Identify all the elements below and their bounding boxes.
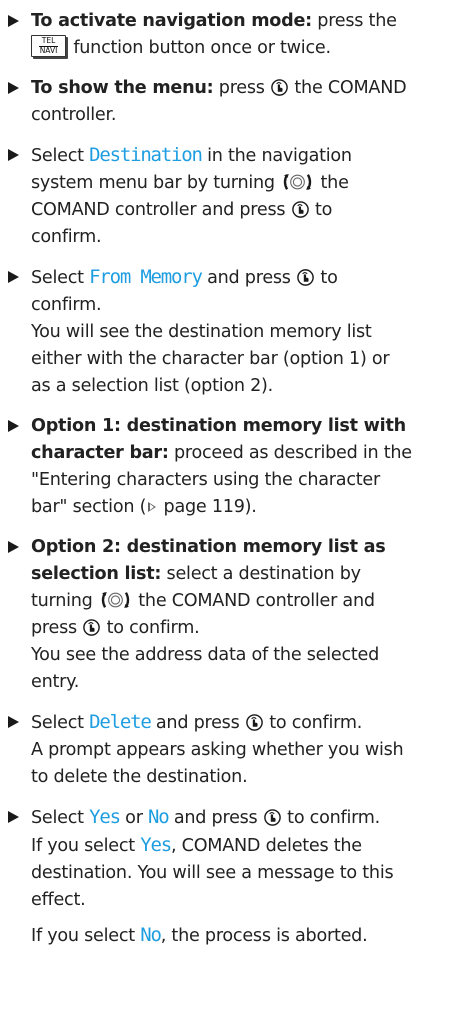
triangle-bullet-icon [8, 82, 19, 94]
step-lead: Option 1: destination memory list with [31, 416, 406, 436]
triangle-bullet-icon [8, 149, 19, 161]
triangle-bullet-icon [8, 541, 19, 553]
step-option-1: Option 1: destination memory list with c… [7, 413, 452, 521]
turn-controller-icon [280, 172, 315, 192]
triangle-bullet-icon [8, 420, 19, 432]
triangle-bullet-icon [8, 716, 19, 728]
step-option-2: Option 2: destination memory list as sel… [7, 534, 452, 696]
press-controller-icon [291, 200, 310, 219]
menu-item-from-memory: From Memory [89, 266, 203, 288]
press-controller-icon [263, 808, 282, 827]
step-show-menu: To show the menu: press the COMAND contr… [7, 75, 452, 129]
turn-controller-icon [98, 590, 133, 610]
press-controller-icon [82, 618, 101, 637]
step-select-destination: Select Destination in the navigation sys… [7, 142, 452, 251]
step-lead: To activate navigation mode: [31, 11, 312, 31]
press-controller-icon [270, 78, 289, 97]
menu-item-yes: Yes [140, 834, 172, 856]
tel-navi-key-icon: TEL NAVI [31, 35, 66, 57]
menu-item-destination: Destination [89, 144, 203, 166]
step-lead: To show the menu: [31, 78, 214, 98]
page-reference-arrow-icon [148, 502, 157, 512]
page-reference-link[interactable]: page 119). [158, 497, 257, 517]
step-select-delete: Select Delete and press to confirm. A pr… [7, 709, 452, 791]
press-controller-icon [245, 713, 264, 732]
triangle-bullet-icon [8, 15, 19, 27]
step-activate-navigation: To activate navigation mode: press the T… [7, 8, 452, 62]
step-lead: Option 2: destination memory list as [31, 537, 386, 557]
step-select-from-memory: Select From Memory and press to confirm.… [7, 264, 452, 400]
press-controller-icon [296, 268, 315, 287]
menu-item-no: No [148, 806, 170, 828]
triangle-bullet-icon [8, 271, 19, 283]
triangle-bullet-icon [8, 811, 19, 823]
menu-item-delete: Delete [89, 711, 152, 733]
menu-item-yes: Yes [89, 806, 121, 828]
menu-item-no: No [140, 924, 162, 946]
instruction-page: To activate navigation mode: press the T… [0, 0, 462, 1028]
step-select-yes-no: Select Yes or No and press to confirm. I… [7, 804, 452, 950]
